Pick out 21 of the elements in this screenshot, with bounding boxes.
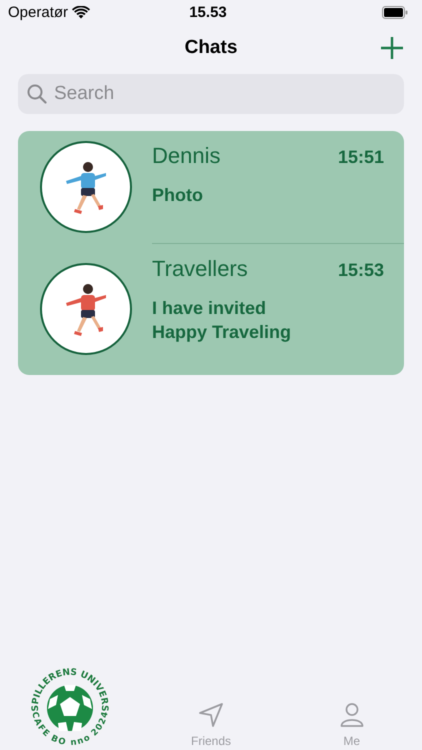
chat-row[interactable]: Dennis 15:51 Photo (18, 131, 404, 243)
chat-time: 15:53 (338, 260, 384, 281)
tab[interactable]: Friends (140, 664, 282, 750)
chat-time: 15:51 (338, 147, 384, 168)
person-icon (338, 702, 365, 728)
chat-row[interactable]: Travellers 15:53 I have invited Happy Traveling (18, 243, 404, 375)
screen-title: Chats (184, 37, 238, 59)
clock-time: 15.53 (189, 4, 227, 20)
wifi-icon (72, 6, 90, 18)
navigation-arrow-icon (198, 702, 224, 728)
chat-name: Dennis (152, 143, 220, 169)
chat-name: Travellers (152, 256, 248, 282)
tab-label: Me (343, 734, 360, 748)
carrier-name: Operatør (8, 4, 68, 20)
search-field[interactable]: Search (18, 74, 404, 114)
battery-icon (382, 6, 408, 18)
message-preview: I have invited Happy Traveling (152, 297, 292, 344)
tab-label: Friends (191, 734, 232, 748)
message-preview: Photo (152, 184, 204, 207)
tab[interactable]: Me (281, 664, 422, 750)
add-button[interactable] (380, 36, 404, 60)
